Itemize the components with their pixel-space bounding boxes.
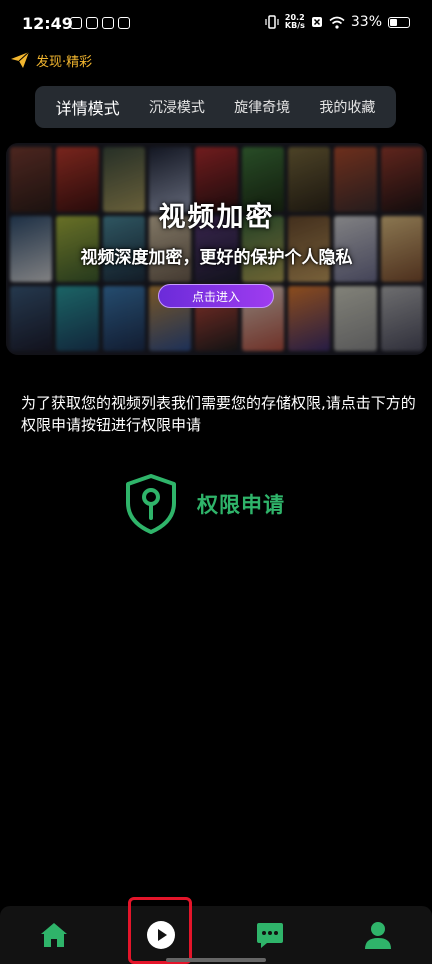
battery-icon [388, 16, 410, 28]
banner-title: 视频加密 [158, 202, 275, 233]
permission-message: 为了获取您的视频列表我们需要您的存储权限,请点击下方的权限申请按钮进行权限申请 [21, 394, 416, 434]
link-notification-icon [102, 17, 114, 29]
paper-plane-icon [11, 51, 30, 68]
nav-messages[interactable] [240, 906, 300, 964]
enter-button[interactable]: 点击进入 [158, 284, 274, 308]
discover-header[interactable]: 发现·精彩 [10, 50, 92, 70]
status-time: 12:49 [22, 14, 73, 33]
user-icon [365, 922, 391, 949]
tab-detail-mode[interactable]: 详情模式 [56, 95, 120, 119]
no-sim-icon [311, 17, 322, 27]
net-speed-unit: KB/s [284, 21, 305, 30]
store-notification-icon [118, 17, 130, 29]
video-encrypt-banner[interactable]: 视频加密 视频深度加密，更好的保护个人隐私 点击进入 [6, 143, 427, 355]
tab-immersive-mode[interactable]: 沉浸模式 [149, 97, 205, 117]
battery-level [390, 18, 397, 26]
app-notification-icon [70, 17, 82, 29]
tab-my-favorites[interactable]: 我的收藏 [319, 97, 375, 117]
notification-icons [70, 17, 130, 29]
nav-profile[interactable] [348, 906, 408, 964]
net-speed: 20.2 KB/s [285, 14, 305, 30]
permission-request-button[interactable]: 权限申请 [123, 472, 313, 536]
vibrate-icon [265, 15, 279, 29]
mic-notification-icon [86, 17, 98, 29]
home-icon [41, 923, 67, 947]
nav-home[interactable] [24, 906, 84, 964]
home-indicator[interactable] [166, 958, 266, 962]
app-screen: 12:49 20.2 KB/s 33% 发现·精彩 详情模式 沉浸模式 旋律奇境… [0, 0, 432, 964]
status-right: 20.2 KB/s 33% [265, 14, 410, 30]
banner-subtitle: 视频深度加密，更好的保护个人隐私 [80, 248, 353, 268]
status-bar: 12:49 20.2 KB/s 33% [0, 0, 432, 50]
mode-tabs: 详情模式 沉浸模式 旋律奇境 我的收藏 [35, 86, 396, 128]
discover-label: 发现·精彩 [36, 54, 93, 70]
permission-request-label: 权限申请 [197, 493, 285, 517]
bottom-nav [0, 906, 432, 964]
shield-key-icon [126, 474, 176, 534]
active-nav-highlight [128, 897, 192, 964]
battery-percent: 33% [350, 14, 382, 30]
wifi-icon [329, 16, 345, 29]
tab-melody-wonderland[interactable]: 旋律奇境 [234, 97, 290, 117]
chat-icon [257, 923, 283, 948]
